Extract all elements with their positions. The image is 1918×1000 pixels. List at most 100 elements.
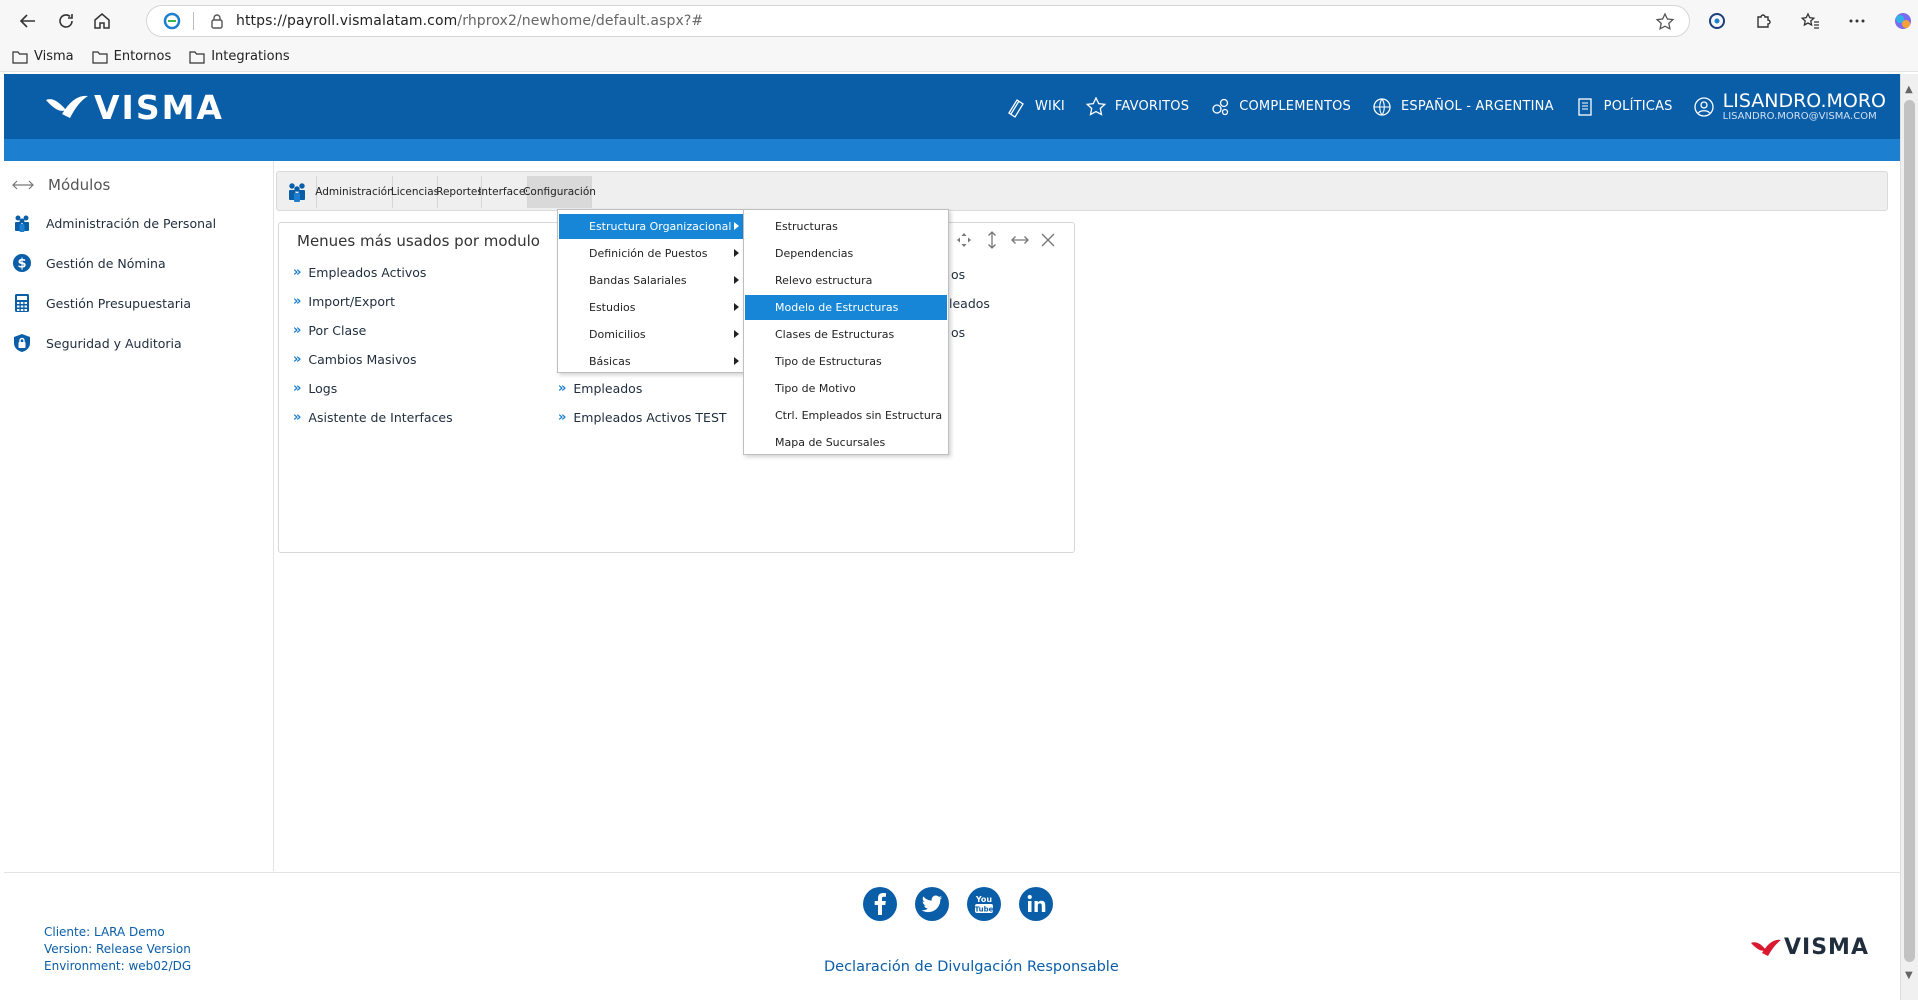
submenu-item-tipo-motivo[interactable]: Tipo de Motivo [745, 376, 947, 401]
submenu-item-clases-estructuras[interactable]: Clases de Estructuras [745, 322, 947, 347]
copilot-button[interactable] [1884, 2, 1918, 40]
submenu-item-mapa-sucursales[interactable]: Mapa de Sucursales [745, 430, 947, 455]
quick-link-empleados-activos[interactable]: » Empleados Activos [293, 265, 426, 280]
visma-swoosh-icon [1751, 939, 1781, 956]
resize-vertical-icon[interactable] [983, 231, 1001, 249]
submenu-arrow-icon [734, 303, 739, 311]
submenu-arrow-icon [734, 330, 739, 338]
menu-administracion[interactable]: Administración [315, 176, 394, 208]
quick-link-label: Por Clase [308, 323, 367, 338]
politicas-link[interactable]: POLÍTICAS [1574, 96, 1673, 118]
quick-link-logs[interactable]: » Logs [293, 381, 337, 396]
quick-link-label: Cambios Masivos [308, 352, 417, 367]
people-group-icon[interactable] [286, 181, 308, 203]
menu-item-basicas[interactable]: Básicas [559, 349, 743, 374]
quick-link-empleados-activos-test[interactable]: » Empleados Activos TEST [558, 410, 727, 425]
sidebar-item-administracion-personal[interactable]: Administración de Personal [12, 213, 216, 233]
sidebar-item-gestion-nomina[interactable]: $ Gestión de Nómina [12, 253, 166, 273]
move-icon[interactable] [955, 231, 973, 249]
menu-label: Administración [315, 186, 394, 198]
user-menu[interactable]: LISANDRO.MORO LISANDRO.MORO@VISMA.COM [1693, 91, 1886, 123]
menu-item-label: Bandas Salariales [589, 274, 687, 287]
menu-reportes[interactable]: Reportes [436, 176, 483, 208]
submenu-item-ctrl-empleados-sin-estructura[interactable]: Ctrl. Empleados sin Estructura [745, 403, 947, 428]
sidebar-item-seguridad-auditoria[interactable]: Seguridad y Auditoria [12, 333, 182, 353]
refresh-icon [59, 14, 73, 28]
bookmark-integrations[interactable]: Integrations [189, 49, 290, 64]
submenu-item-tipo-estructuras[interactable]: Tipo de Estructuras [745, 349, 947, 374]
favorites-button[interactable] [1792, 2, 1830, 40]
password-manager-button[interactable] [1698, 2, 1736, 40]
quick-link-label: Empleados Activos [308, 265, 427, 280]
submenu-item-relevo-estructura[interactable]: Relevo estructura [745, 268, 947, 293]
youtube-icon[interactable]: You Tube [966, 886, 1002, 922]
menu-configuracion[interactable]: Configuración [523, 176, 596, 208]
double-chevron-icon: » [293, 381, 302, 396]
svg-text:Tube: Tube [975, 906, 994, 914]
bookmark-label: Visma [34, 49, 74, 64]
sidebar-item-label: Administración de Personal [46, 215, 217, 231]
menu-item-estructura-organizacional[interactable]: Estructura Organizacional [559, 214, 743, 239]
menu-licencias[interactable]: Licencias [391, 176, 439, 208]
book-icon [1008, 98, 1024, 118]
menu-item-bandas-salariales[interactable]: Bandas Salariales [559, 268, 743, 293]
linkedin-icon[interactable] [1018, 886, 1054, 922]
quick-link-por-clase[interactable]: » Por Clase [293, 323, 366, 338]
visma-swoosh-icon [46, 95, 88, 118]
lock-icon [14, 334, 30, 352]
quick-link-asistente-interfaces[interactable]: » Asistente de Interfaces [293, 410, 453, 425]
wiki-link[interactable]: WIKI [1005, 96, 1065, 118]
submenu-item-modelo-estructuras[interactable]: Modelo de Estructuras [745, 295, 947, 320]
language-label: ESPAÑOL - ARGENTINA [1401, 99, 1554, 114]
quick-link-import-export[interactable]: » Import/Export [293, 294, 395, 309]
scroll-thumb[interactable] [1904, 100, 1915, 962]
sidebar-item-gestion-presupuestaria[interactable]: Gestión Presupuestaria [12, 293, 191, 313]
url-path: /rhprox2/newhome/default.aspx?# [457, 13, 704, 29]
menu-item-estudios[interactable]: Estudios [559, 295, 743, 320]
bookmark-entornos[interactable]: Entornos [92, 49, 171, 64]
url-text[interactable]: https://payroll.vismalatam.com/rhprox2/n… [236, 13, 703, 29]
quick-link-clipped[interactable]: os [951, 325, 965, 340]
quick-link-cambios-masivos[interactable]: » Cambios Masivos [293, 352, 417, 367]
quick-link-clipped[interactable]: os [951, 267, 965, 282]
back-button[interactable] [10, 3, 46, 39]
app-header: VISMA WIKI FAVORITOS COMPLEMENTOS ESPAÑO… [4, 74, 1900, 139]
menu-item-definicion-puestos[interactable]: Definición de Puestos [559, 241, 743, 266]
refresh-button[interactable] [48, 3, 84, 39]
add-favorite-star-icon[interactable] [1655, 12, 1675, 32]
bookmark-visma[interactable]: Visma [12, 49, 74, 64]
language-link[interactable]: ESPAÑOL - ARGENTINA [1371, 96, 1554, 118]
configuracion-dropdown: Estructura Organizacional Definición de … [557, 209, 745, 373]
disclosure-link[interactable]: Declaración de Divulgación Responsable [824, 959, 1119, 975]
padlock-icon[interactable] [210, 13, 224, 29]
quick-link-empleados[interactable]: » Empleados [558, 381, 642, 396]
home-button[interactable] [84, 3, 120, 39]
submenu-item-estructuras[interactable]: Estructuras [745, 214, 947, 239]
resize-horizontal-icon[interactable] [1011, 231, 1029, 249]
extensions-button[interactable] [1744, 2, 1782, 40]
menu-interfaces[interactable]: Interfaces [478, 176, 531, 208]
menu-item-label: Domicilios [589, 328, 646, 341]
page-scrollbar[interactable]: ▲ ▼ [1900, 74, 1918, 1000]
sidebar-toggle[interactable]: Módulos [12, 176, 110, 194]
svg-text:$: $ [17, 257, 26, 272]
quick-link-clipped[interactable]: leados [949, 296, 990, 311]
visma-logo[interactable]: VISMA [44, 88, 224, 127]
facebook-icon[interactable] [862, 886, 898, 922]
scroll-down-arrow-icon[interactable]: ▼ [1905, 970, 1915, 981]
sidebar-title: Módulos [48, 176, 111, 194]
more-options-button[interactable] [1838, 2, 1876, 40]
expand-horizontal-icon [12, 180, 34, 190]
twitter-icon[interactable] [914, 886, 950, 922]
close-icon[interactable] [1039, 231, 1057, 249]
submenu-item-dependencias[interactable]: Dependencias [745, 241, 947, 266]
user-avatar-icon [1693, 96, 1714, 117]
double-chevron-icon: » [293, 352, 302, 367]
favoritos-link[interactable]: FAVORITOS [1085, 96, 1189, 118]
scroll-up-arrow-icon[interactable]: ▲ [1905, 84, 1915, 95]
complementos-link[interactable]: COMPLEMENTOS [1209, 96, 1351, 118]
menu-item-domicilios[interactable]: Domicilios [559, 322, 743, 347]
address-bar[interactable]: https://payroll.vismalatam.com/rhprox2/n… [146, 5, 1690, 37]
menu-item-label: Tipo de Motivo [775, 382, 856, 395]
menu-item-label: Mapa de Sucursales [775, 436, 886, 449]
